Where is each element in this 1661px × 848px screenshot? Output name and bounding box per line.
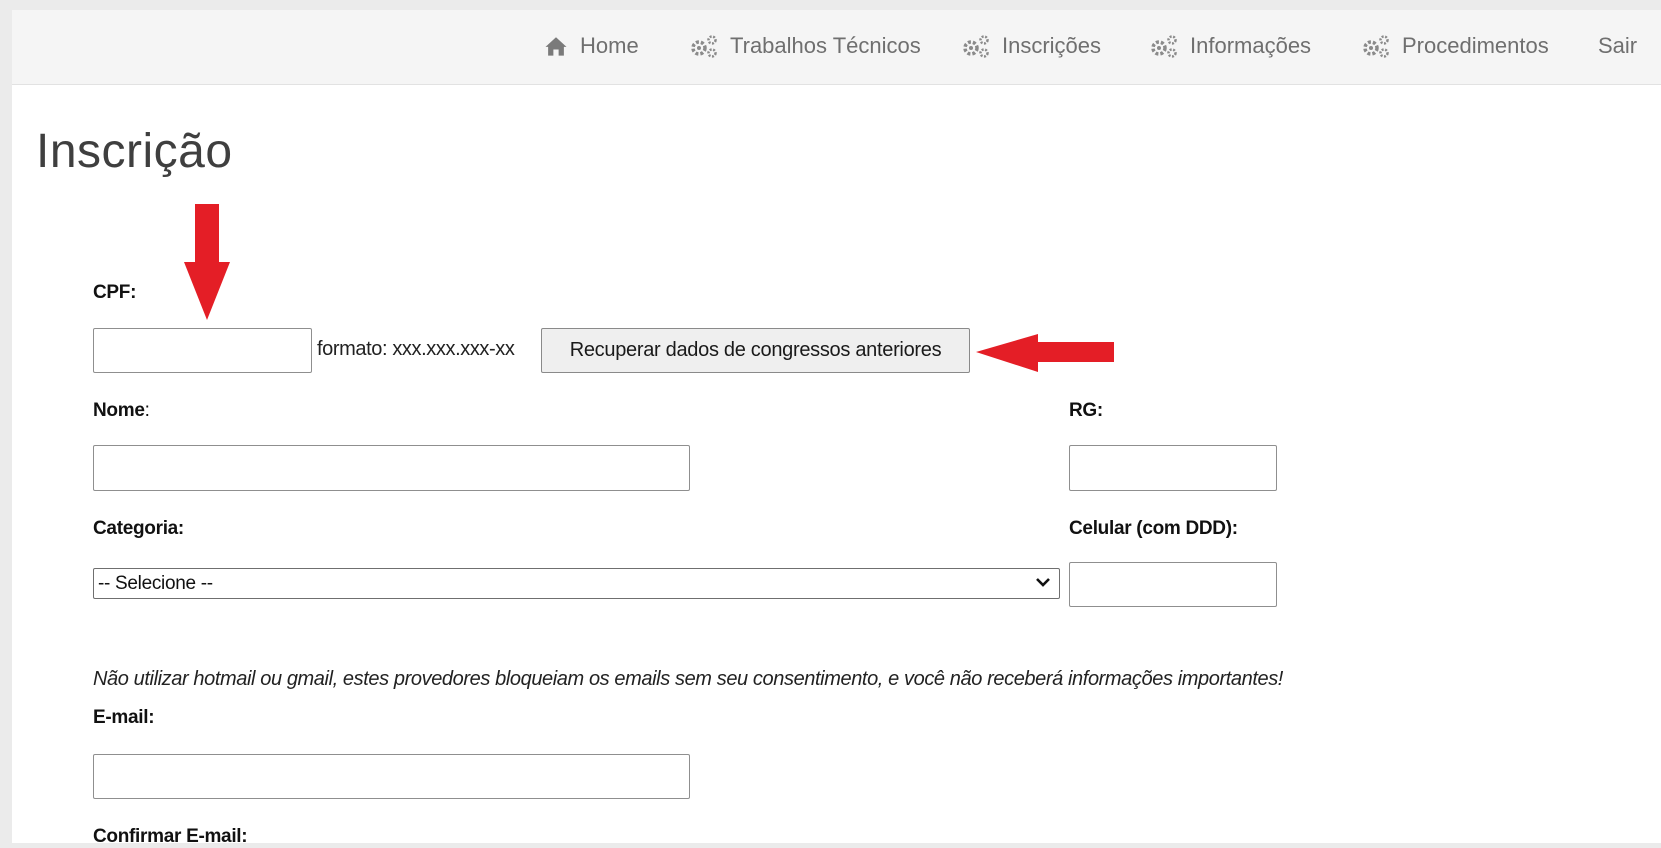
- celular-label: Celular (com DDD):: [1069, 518, 1238, 539]
- page-title: Inscrição: [36, 125, 233, 178]
- email-input[interactable]: [93, 754, 690, 799]
- nav-procedimentos-label: Procedimentos: [1402, 33, 1549, 58]
- nav-inscricoes[interactable]: Inscrições: [960, 32, 1101, 60]
- cpf-input[interactable]: [93, 328, 312, 373]
- nome-label: Nome:: [93, 400, 150, 422]
- home-icon: [545, 37, 567, 56]
- nome-label-text: Nome: [93, 400, 145, 421]
- categoria-select[interactable]: -- Selecione --: [93, 568, 1060, 599]
- rg-input[interactable]: [1069, 445, 1277, 491]
- cpf-label: CPF:: [93, 282, 137, 303]
- celular-input[interactable]: [1069, 562, 1277, 607]
- down-arrow-annotation-icon: [184, 204, 230, 320]
- nav-procedimentos[interactable]: Procedimentos: [1360, 32, 1549, 60]
- gears-icon: [691, 35, 717, 58]
- nav-informacoes[interactable]: Informações: [1148, 32, 1311, 60]
- nome-input[interactable]: [93, 445, 690, 491]
- rg-label: RG:: [1069, 400, 1103, 421]
- chevron-down-icon: [1036, 578, 1050, 587]
- left-arrow-annotation-icon: [976, 334, 1114, 372]
- email-warning-note: Não utilizar hotmail ou gmail, estes pro…: [93, 668, 1283, 690]
- gears-icon: [963, 35, 989, 58]
- recover-data-button[interactable]: Recuperar dados de congressos anteriores: [541, 328, 970, 373]
- page: Home Trabalhos Técnicos Inscrições Infor…: [12, 10, 1661, 847]
- nav-home-label: Home: [580, 33, 639, 58]
- email-label: E-mail:: [93, 707, 155, 728]
- top-navbar: Home Trabalhos Técnicos Inscrições Infor…: [12, 10, 1661, 85]
- gears-icon: [1151, 35, 1177, 58]
- nav-sair-label: Sair: [1598, 33, 1638, 58]
- nav-home[interactable]: Home: [542, 32, 639, 60]
- confirm-email-label: Confirmar E-mail:: [93, 826, 248, 847]
- nome-label-colon: :: [144, 400, 150, 421]
- categoria-selected-value: -- Selecione --: [98, 572, 213, 594]
- cpf-format-hint: formato: xxx.xxx.xxx-xx: [317, 338, 515, 360]
- nav-sair[interactable]: Sair: [1598, 32, 1637, 60]
- nav-trabalhos-tecnicos[interactable]: Trabalhos Técnicos: [688, 32, 921, 60]
- nav-trabalhos-label: Trabalhos Técnicos: [730, 33, 921, 58]
- gears-icon: [1363, 35, 1389, 58]
- nav-informacoes-label: Informações: [1190, 33, 1312, 58]
- nav-inscricoes-label: Inscrições: [1002, 33, 1102, 58]
- categoria-label: Categoria:: [93, 518, 184, 539]
